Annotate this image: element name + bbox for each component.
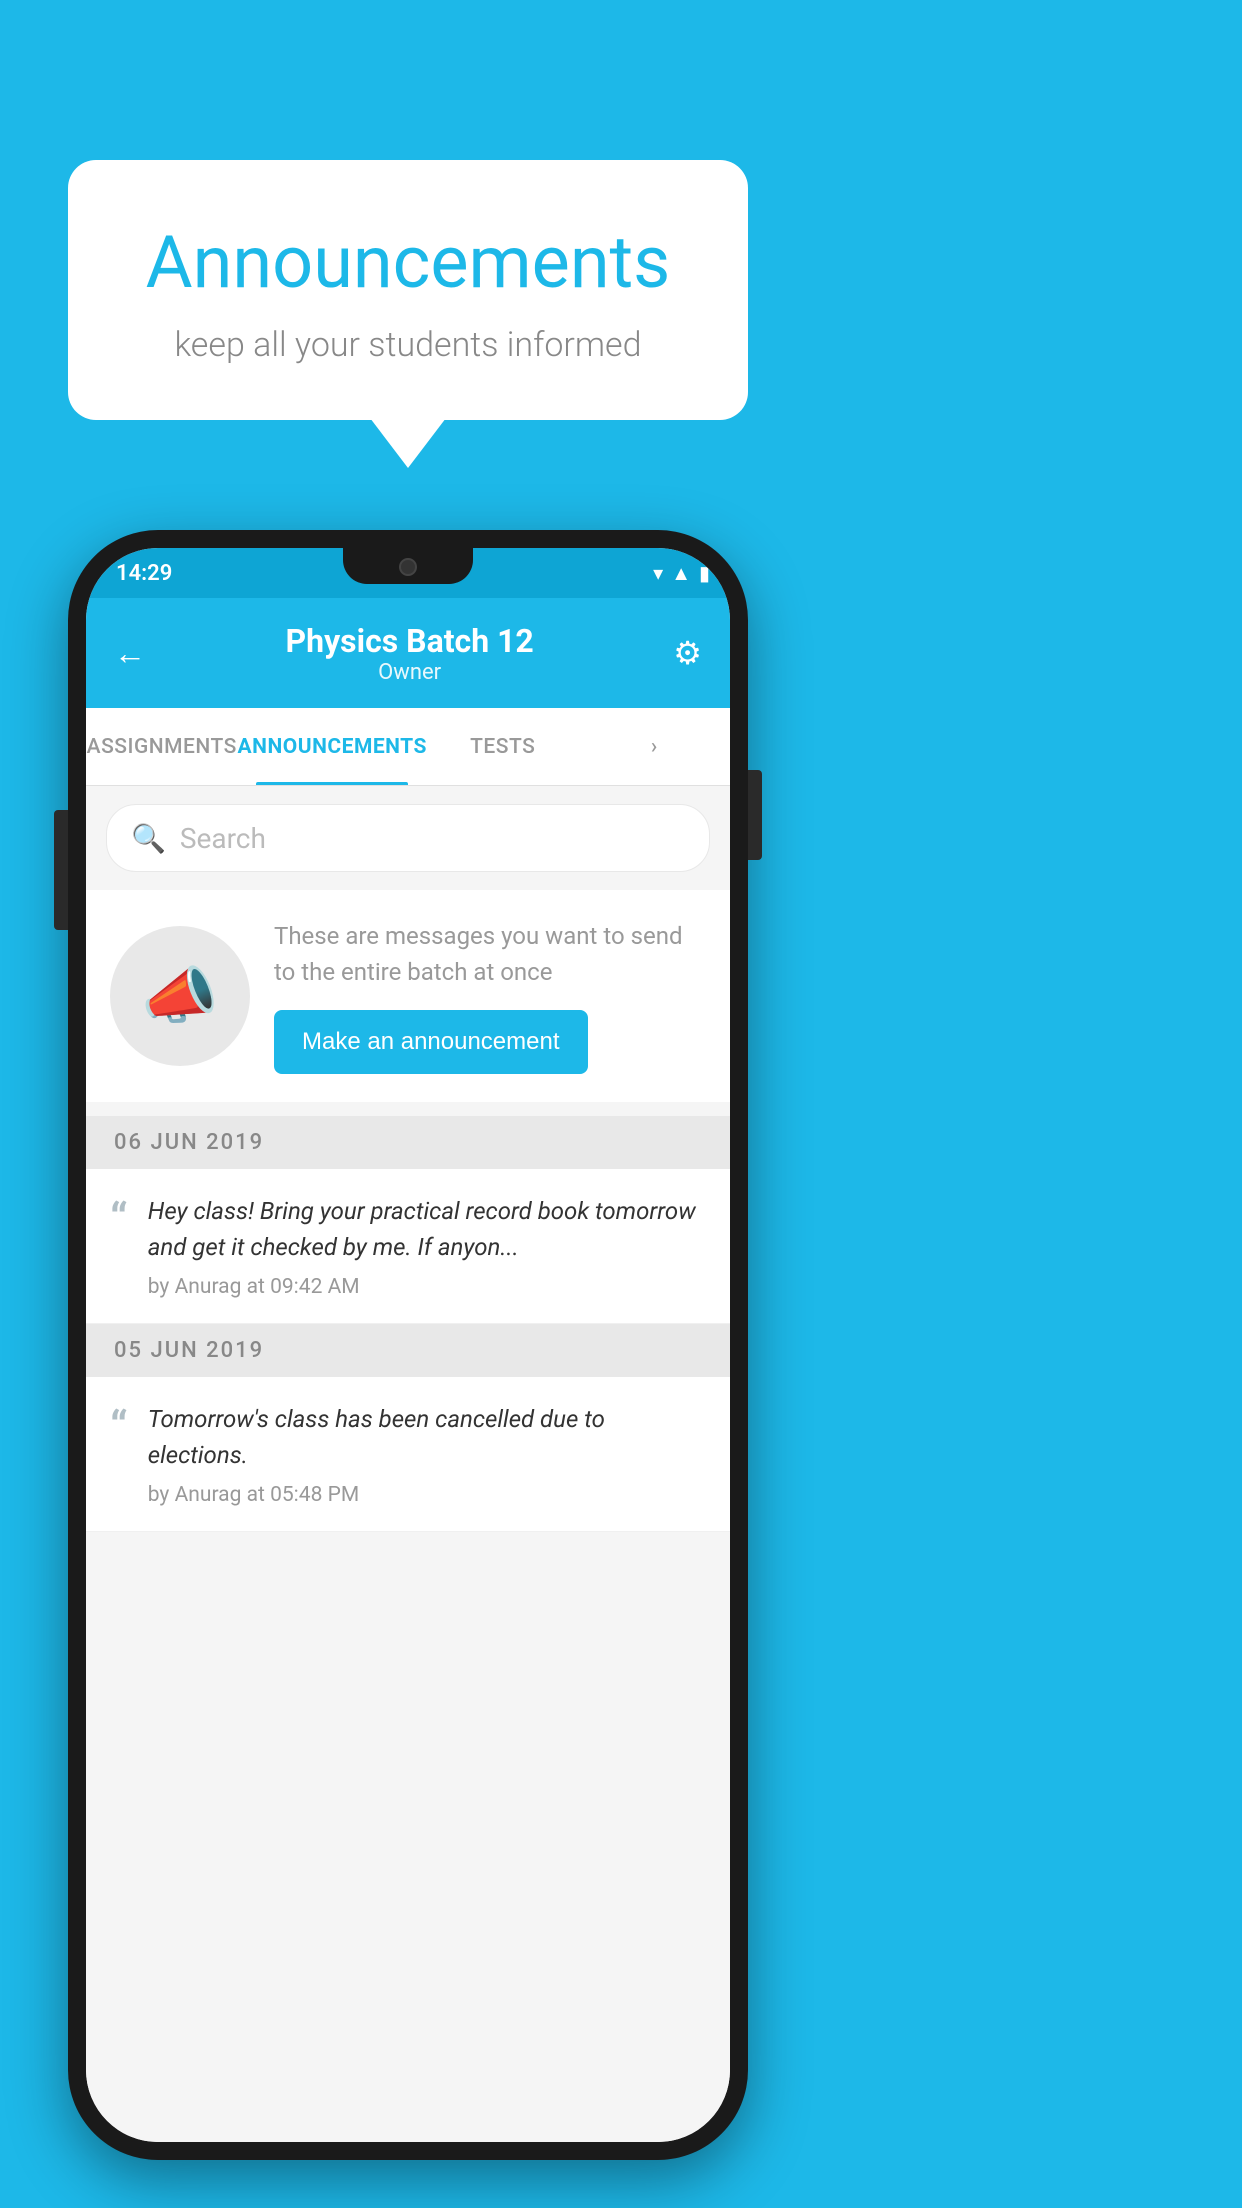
header-title: Physics Batch 12 (286, 622, 534, 660)
status-time: 14:29 (106, 561, 172, 586)
tabs-bar: ASSIGNMENTS ANNOUNCEMENTS TESTS › (86, 708, 730, 786)
back-button[interactable]: ← (114, 634, 146, 672)
header-center: Physics Batch 12 Owner (286, 622, 534, 685)
phone-outer: 14:29 ▾ ▲ ▮ ← Physics Batch 12 Owner ⚙ (68, 530, 748, 2160)
phone-container: 14:29 ▾ ▲ ▮ ← Physics Batch 12 Owner ⚙ (68, 530, 748, 2160)
tab-announcements[interactable]: ANNOUNCEMENTS (238, 708, 427, 785)
announcement-meta-2: by Anurag at 05:48 PM (148, 1483, 706, 1507)
header-subtitle: Owner (286, 660, 534, 685)
tab-tests[interactable]: TESTS (427, 708, 579, 785)
announcement-content-2: Tomorrow's class has been cancelled due … (148, 1401, 706, 1507)
announcement-prompt: 📣 These are messages you want to send to… (86, 890, 730, 1102)
camera (399, 558, 417, 576)
app-header: ← Physics Batch 12 Owner ⚙ (86, 598, 730, 708)
status-icons: ▾ ▲ ▮ (653, 561, 710, 586)
announcement-meta-1: by Anurag at 09:42 AM (148, 1275, 706, 1299)
announcement-item-2: “ Tomorrow's class has been cancelled du… (86, 1377, 730, 1532)
speech-bubble-container: Announcements keep all your students inf… (68, 160, 748, 420)
notch (343, 548, 473, 584)
phone-screen: 14:29 ▾ ▲ ▮ ← Physics Batch 12 Owner ⚙ (86, 548, 730, 2142)
tab-assignments[interactable]: ASSIGNMENTS (86, 708, 238, 785)
search-placeholder: Search (180, 822, 266, 855)
prompt-right: These are messages you want to send to t… (274, 918, 706, 1074)
search-bar[interactable]: 🔍 Search (106, 804, 710, 872)
content-area: 🔍 Search 📣 These are messages you want t… (86, 786, 730, 2142)
make-announcement-button[interactable]: Make an announcement (274, 1010, 588, 1074)
search-icon: 🔍 (131, 822, 166, 855)
quote-icon-1: “ (110, 1197, 128, 1241)
wifi-icon: ▾ (653, 561, 663, 585)
battery-icon: ▮ (699, 561, 710, 585)
quote-icon-2: “ (110, 1405, 128, 1449)
tab-more[interactable]: › (578, 708, 730, 785)
megaphone-circle: 📣 (110, 926, 250, 1066)
megaphone-icon: 📣 (141, 960, 218, 1033)
announcement-text-2: Tomorrow's class has been cancelled due … (148, 1401, 706, 1473)
announcement-content-1: Hey class! Bring your practical record b… (148, 1193, 706, 1299)
speech-bubble-subtitle: keep all your students informed (118, 325, 698, 365)
prompt-description: These are messages you want to send to t… (274, 918, 706, 990)
announcement-text-1: Hey class! Bring your practical record b… (148, 1193, 706, 1265)
speech-bubble-title: Announcements (118, 220, 698, 305)
speech-bubble: Announcements keep all your students inf… (68, 160, 748, 420)
announcement-item-1: “ Hey class! Bring your practical record… (86, 1169, 730, 1324)
settings-button[interactable]: ⚙ (673, 634, 702, 672)
date-divider-1: 06 JUN 2019 (86, 1116, 730, 1169)
date-divider-2: 05 JUN 2019 (86, 1324, 730, 1377)
signal-icon: ▲ (671, 561, 691, 586)
